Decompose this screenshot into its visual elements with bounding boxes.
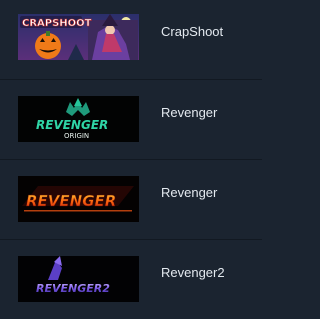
game-row-revenger2[interactable]: REVENGER2 Revenger2 [0, 239, 262, 319]
game-row-crapshoot[interactable]: CRAPSHOOT CrapShoot [0, 0, 262, 79]
game-title-crapshoot[interactable]: CrapShoot [161, 24, 223, 39]
game-list: CRAPSHOOT CrapShoot REVENGER ORIGIN Reve… [0, 0, 262, 319]
game-row-revenger[interactable]: REVENGER Revenger [0, 159, 262, 239]
crapshoot-logo: CRAPSHOOT [22, 18, 92, 29]
origin-subtitle: ORIGIN [64, 132, 89, 140]
game-row-revenger-origin[interactable]: REVENGER ORIGIN Revenger [0, 79, 262, 159]
game-title-revenger[interactable]: Revenger [161, 185, 217, 200]
revenger-origin-logo: REVENGER [36, 118, 108, 132]
revenger-thumbnail[interactable]: REVENGER [18, 176, 139, 222]
revenger-logo: REVENGER [26, 192, 116, 210]
game-title-revenger2[interactable]: Revenger2 [161, 265, 225, 280]
revenger-origin-thumbnail[interactable]: REVENGER ORIGIN [18, 96, 139, 142]
revenger2-thumbnail[interactable]: REVENGER2 [18, 256, 139, 302]
crapshoot-thumbnail[interactable]: CRAPSHOOT [18, 14, 139, 60]
revenger2-logo: REVENGER2 [36, 282, 110, 295]
game-title-revenger-origin[interactable]: Revenger [161, 105, 217, 120]
